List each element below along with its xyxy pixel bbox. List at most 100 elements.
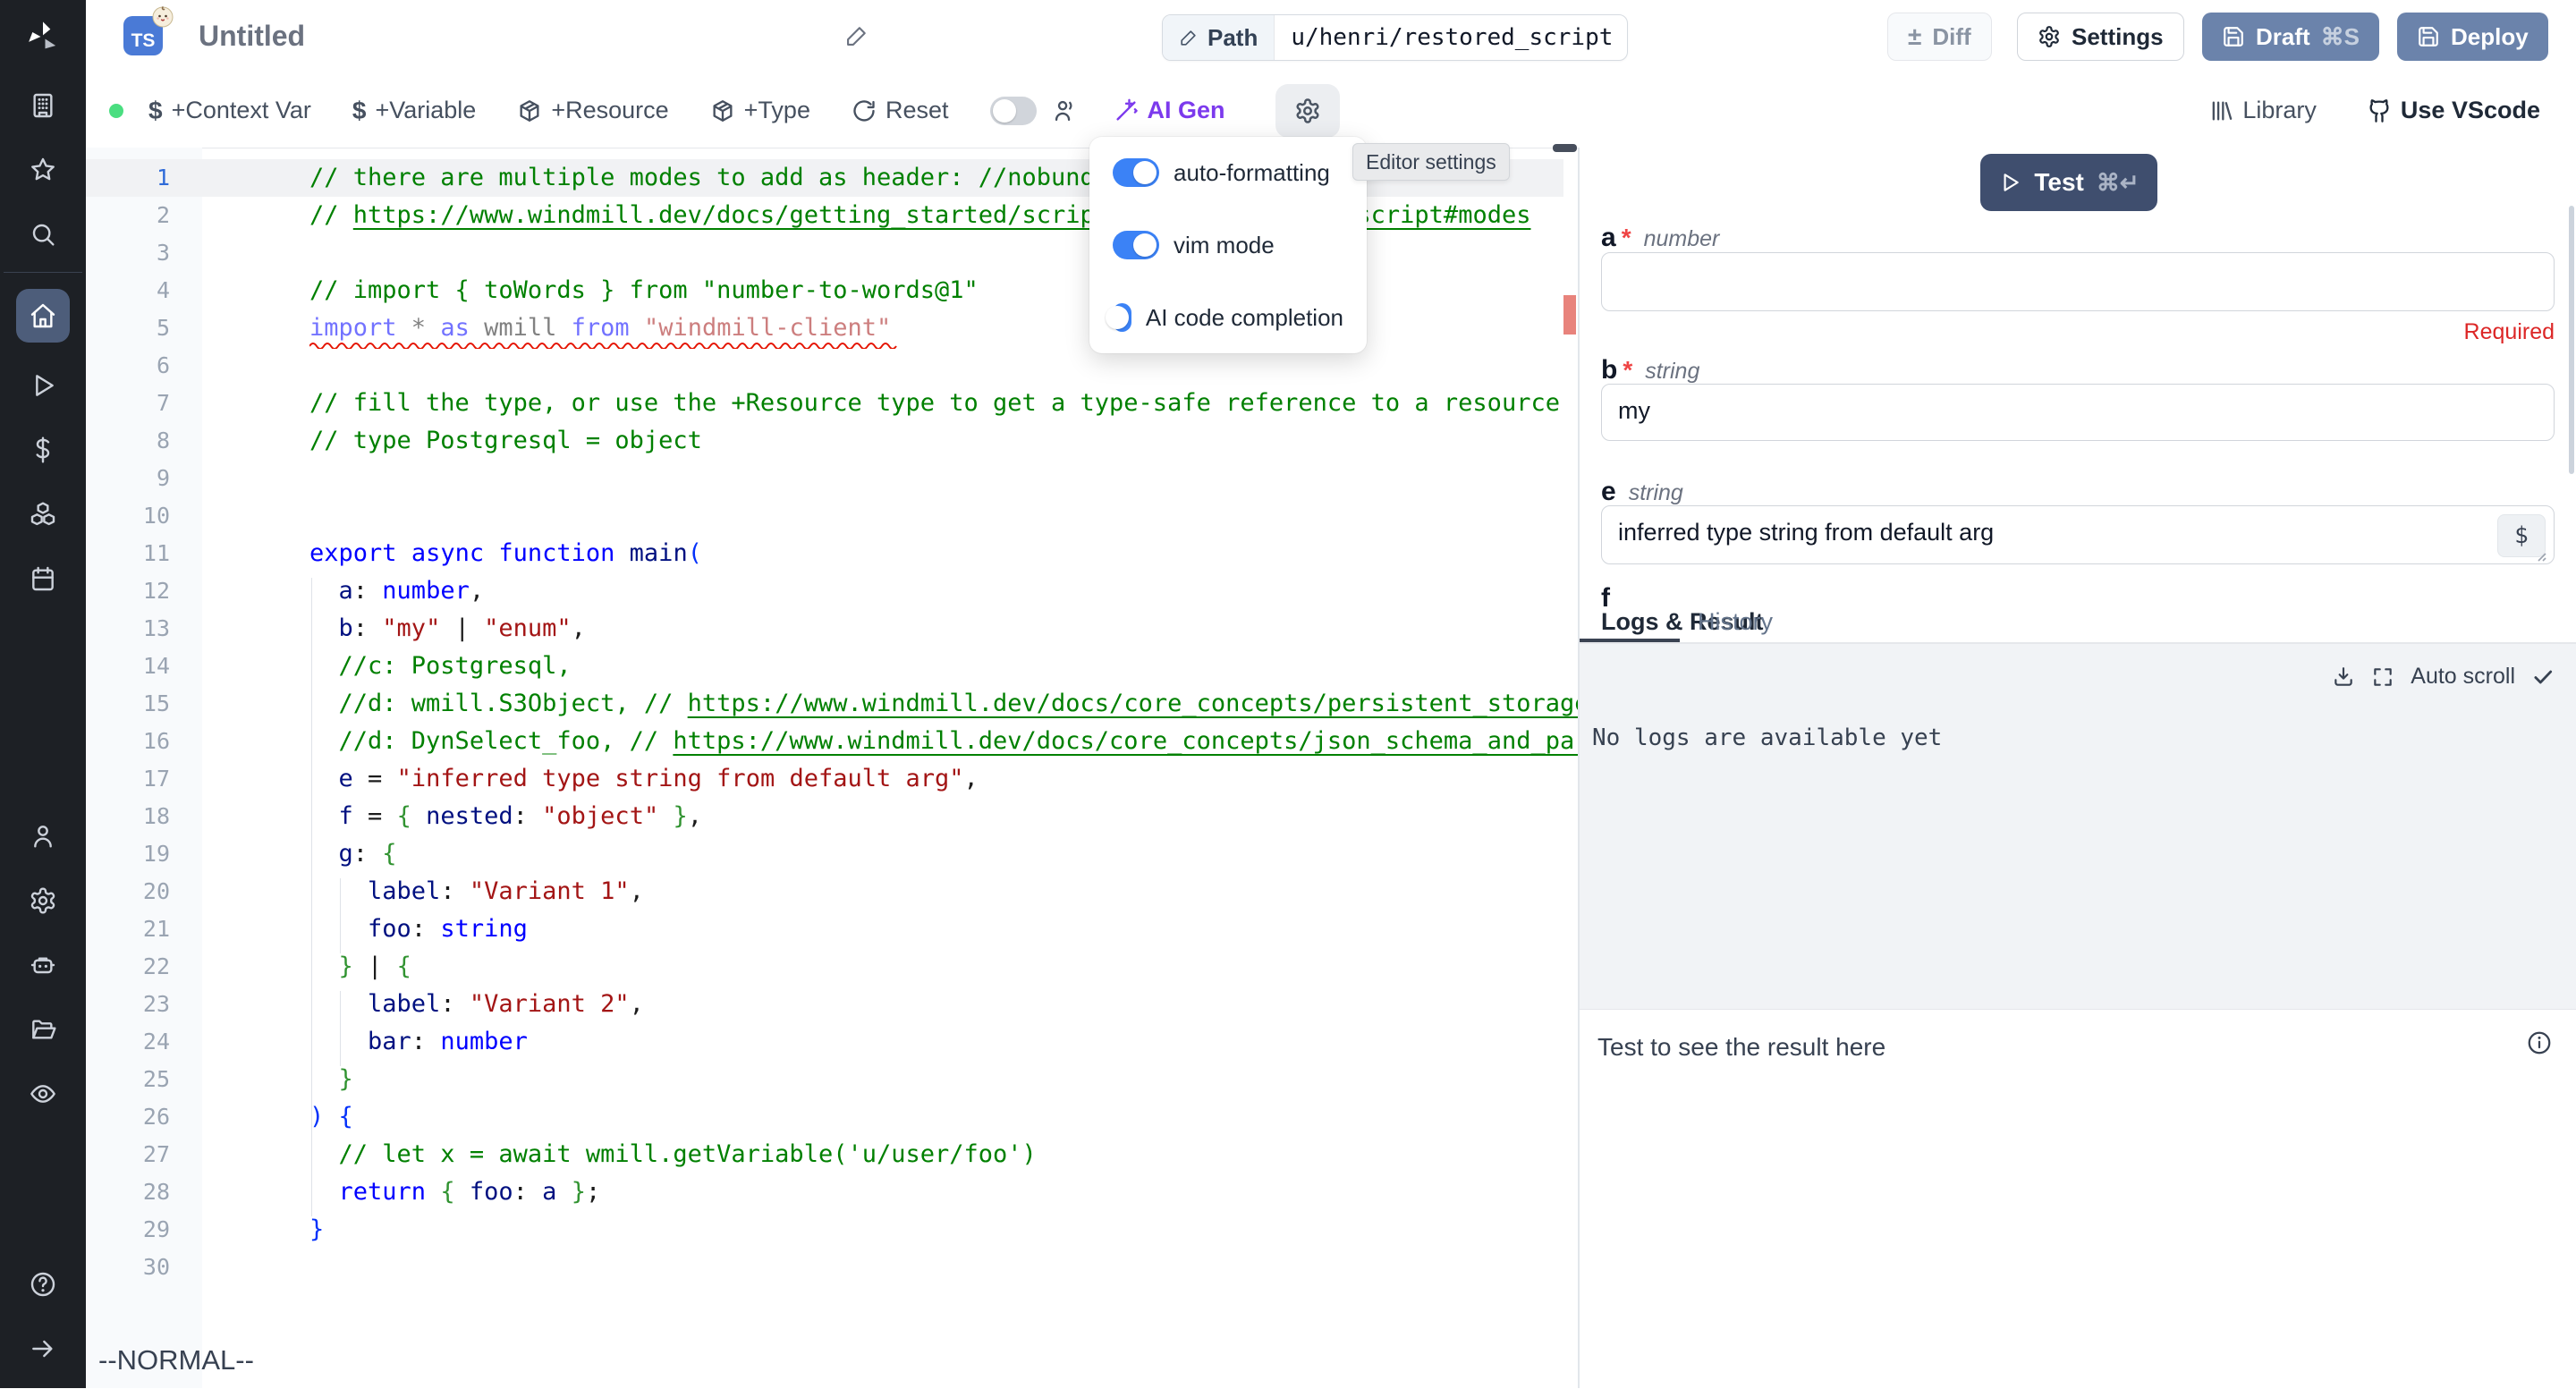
settings-button[interactable]: Settings — [2017, 13, 2184, 61]
windmill-logo[interactable] — [0, 0, 86, 73]
code-line[interactable]: bar: number — [224, 1023, 1578, 1061]
code-line[interactable] — [224, 347, 1578, 385]
save-icon — [2222, 25, 2245, 48]
code-line[interactable] — [224, 1249, 1578, 1286]
field-input-a[interactable] — [1601, 252, 2555, 311]
expand-logs-icon[interactable] — [2371, 665, 2394, 689]
code-line[interactable] — [224, 497, 1578, 535]
use-vscode-button[interactable]: Use VScode — [2367, 97, 2540, 124]
code-line[interactable]: } | { — [224, 948, 1578, 986]
multiplayer-users-icon — [1053, 98, 1078, 123]
ai-code-completion-toggle[interactable] — [1113, 303, 1131, 332]
editor-settings-tooltip: Editor settings — [1352, 143, 1510, 181]
result-placeholder: Test to see the result here — [1597, 1033, 1885, 1062]
dollar-icon: $ — [148, 97, 163, 125]
ai-gen-button[interactable]: AI Gen — [1114, 97, 1225, 124]
vim-mode-toggle[interactable] — [1113, 231, 1159, 259]
sidebar-item-workers[interactable] — [0, 933, 86, 997]
path-field[interactable]: Path u/henri/restored_script — [1162, 14, 1628, 61]
panel-scrollbar-thumb[interactable] — [2569, 206, 2574, 474]
field-label-e: e string — [1601, 477, 1683, 507]
code-line[interactable]: label: "Variant 2", — [224, 986, 1578, 1023]
deploy-button[interactable]: Deploy — [2397, 13, 2548, 61]
field-input-b[interactable]: my — [1601, 384, 2555, 441]
line-number: 4 — [86, 272, 170, 309]
line-number: 9 — [86, 460, 170, 497]
add-variable-button[interactable]: $+Variable — [352, 97, 476, 125]
field-input-e[interactable]: inferred type string from default arg — [1601, 505, 2555, 564]
sidebar-item-variables[interactable] — [0, 418, 86, 482]
code-line[interactable]: // fill the type, or use the +Resource t… — [224, 385, 1578, 422]
code-line[interactable]: return { foo: a }; — [224, 1173, 1578, 1211]
line-number: 15 — [86, 685, 170, 723]
line-number: 7 — [86, 385, 170, 422]
reset-button[interactable]: Reset — [852, 97, 949, 124]
code-line[interactable]: label: "Variant 1", — [224, 873, 1578, 910]
code-line[interactable]: // let x = await wmill.getVariable('u/us… — [224, 1136, 1578, 1173]
auto-scroll-label[interactable]: Auto scroll — [2411, 664, 2515, 690]
add-type-button[interactable]: +Type — [710, 97, 810, 124]
line-number: 23 — [86, 986, 170, 1023]
code-line[interactable]: ) { — [224, 1098, 1578, 1136]
sidebar-item-runs[interactable] — [0, 353, 86, 418]
code-line[interactable]: } — [224, 1211, 1578, 1249]
code-line[interactable] — [224, 234, 1578, 272]
code-line[interactable]: g: { — [224, 835, 1578, 873]
sidebar-item-settings[interactable] — [0, 868, 86, 933]
sidebar-item-folders[interactable] — [0, 997, 86, 1062]
code-line[interactable] — [224, 460, 1578, 497]
collapse-sidebar-icon[interactable] — [0, 1317, 86, 1381]
code-line[interactable]: //c: Postgresql, — [224, 648, 1578, 685]
save-icon — [2417, 25, 2440, 48]
code-line[interactable]: //d: DynSelect_foo, // https://www.windm… — [224, 723, 1578, 760]
resize-handle[interactable] — [2533, 548, 2547, 563]
editor-scrollbar-thumb[interactable] — [1553, 144, 1577, 152]
line-number: 10 — [86, 497, 170, 535]
favorites-icon[interactable] — [0, 138, 86, 202]
path-value[interactable]: u/henri/restored_script — [1275, 24, 1628, 51]
plus-minus-icon: ± — [1908, 22, 1921, 51]
test-button[interactable]: Test ⌘↵ — [1980, 154, 2157, 211]
code-line[interactable]: // import { toWords } from "number-to-wo… — [224, 272, 1578, 309]
sidebar-item-user[interactable] — [0, 804, 86, 868]
download-logs-icon[interactable] — [2332, 665, 2355, 689]
add-resource-button[interactable]: +Resource — [517, 97, 668, 124]
code-line[interactable]: f = { nested: "object" }, — [224, 798, 1578, 835]
library-button[interactable]: Library — [2208, 97, 2317, 124]
sidebar-item-schedules[interactable] — [0, 546, 86, 611]
code-line[interactable]: // https://www.windmill.dev/docs/getting… — [224, 197, 1578, 234]
search-icon[interactable] — [0, 202, 86, 267]
sidebar-item-audit[interactable] — [0, 1062, 86, 1126]
multiplayer-toggle[interactable] — [990, 97, 1037, 125]
field-label-b: b* string — [1601, 355, 1699, 385]
line-number: 22 — [86, 948, 170, 986]
code-line[interactable]: //d: wmill.S3Object, // https://www.wind… — [224, 685, 1578, 723]
info-icon[interactable] — [2526, 1029, 2553, 1056]
code-line[interactable]: } — [224, 1061, 1578, 1098]
diff-button[interactable]: ± Diff — [1887, 13, 1992, 61]
sidebar-divider — [4, 272, 82, 273]
edit-summary-pencil-icon[interactable] — [844, 23, 869, 48]
toggle-row-vim-mode[interactable]: vim mode — [1113, 231, 1343, 259]
line-number: 17 — [86, 760, 170, 798]
code-line[interactable]: a: number, — [224, 572, 1578, 610]
auto-formatting-toggle[interactable] — [1113, 158, 1159, 187]
code-line[interactable]: e = "inferred type string from default a… — [224, 760, 1578, 798]
code-line[interactable]: b: "my" | "enum", — [224, 610, 1578, 648]
toggle-row-ai-completion[interactable]: AI code completion — [1113, 303, 1343, 332]
draft-button[interactable]: Draft ⌘S — [2202, 13, 2379, 61]
sidebar-item-home[interactable] — [0, 278, 86, 353]
editor-settings-button[interactable] — [1275, 84, 1340, 138]
gutter-numbers: 1234567891011121314151617181920212223242… — [86, 159, 170, 1286]
add-context-var-button[interactable]: $+Context Var — [148, 97, 311, 125]
line-number: 6 — [86, 347, 170, 385]
code-line[interactable]: // type Postgresql = object — [224, 422, 1578, 460]
tab-history[interactable]: History — [1698, 608, 1773, 636]
help-icon[interactable] — [0, 1252, 86, 1317]
sidebar-item-resources[interactable] — [0, 482, 86, 546]
workspace-icon[interactable] — [0, 73, 86, 138]
toggle-row-auto-formatting[interactable]: auto-formatting — [1113, 158, 1343, 187]
code-line[interactable]: foo: string — [224, 910, 1578, 948]
code-line[interactable]: export async function main( — [224, 535, 1578, 572]
code-lines[interactable]: // there are multiple modes to add as he… — [224, 159, 1578, 1286]
